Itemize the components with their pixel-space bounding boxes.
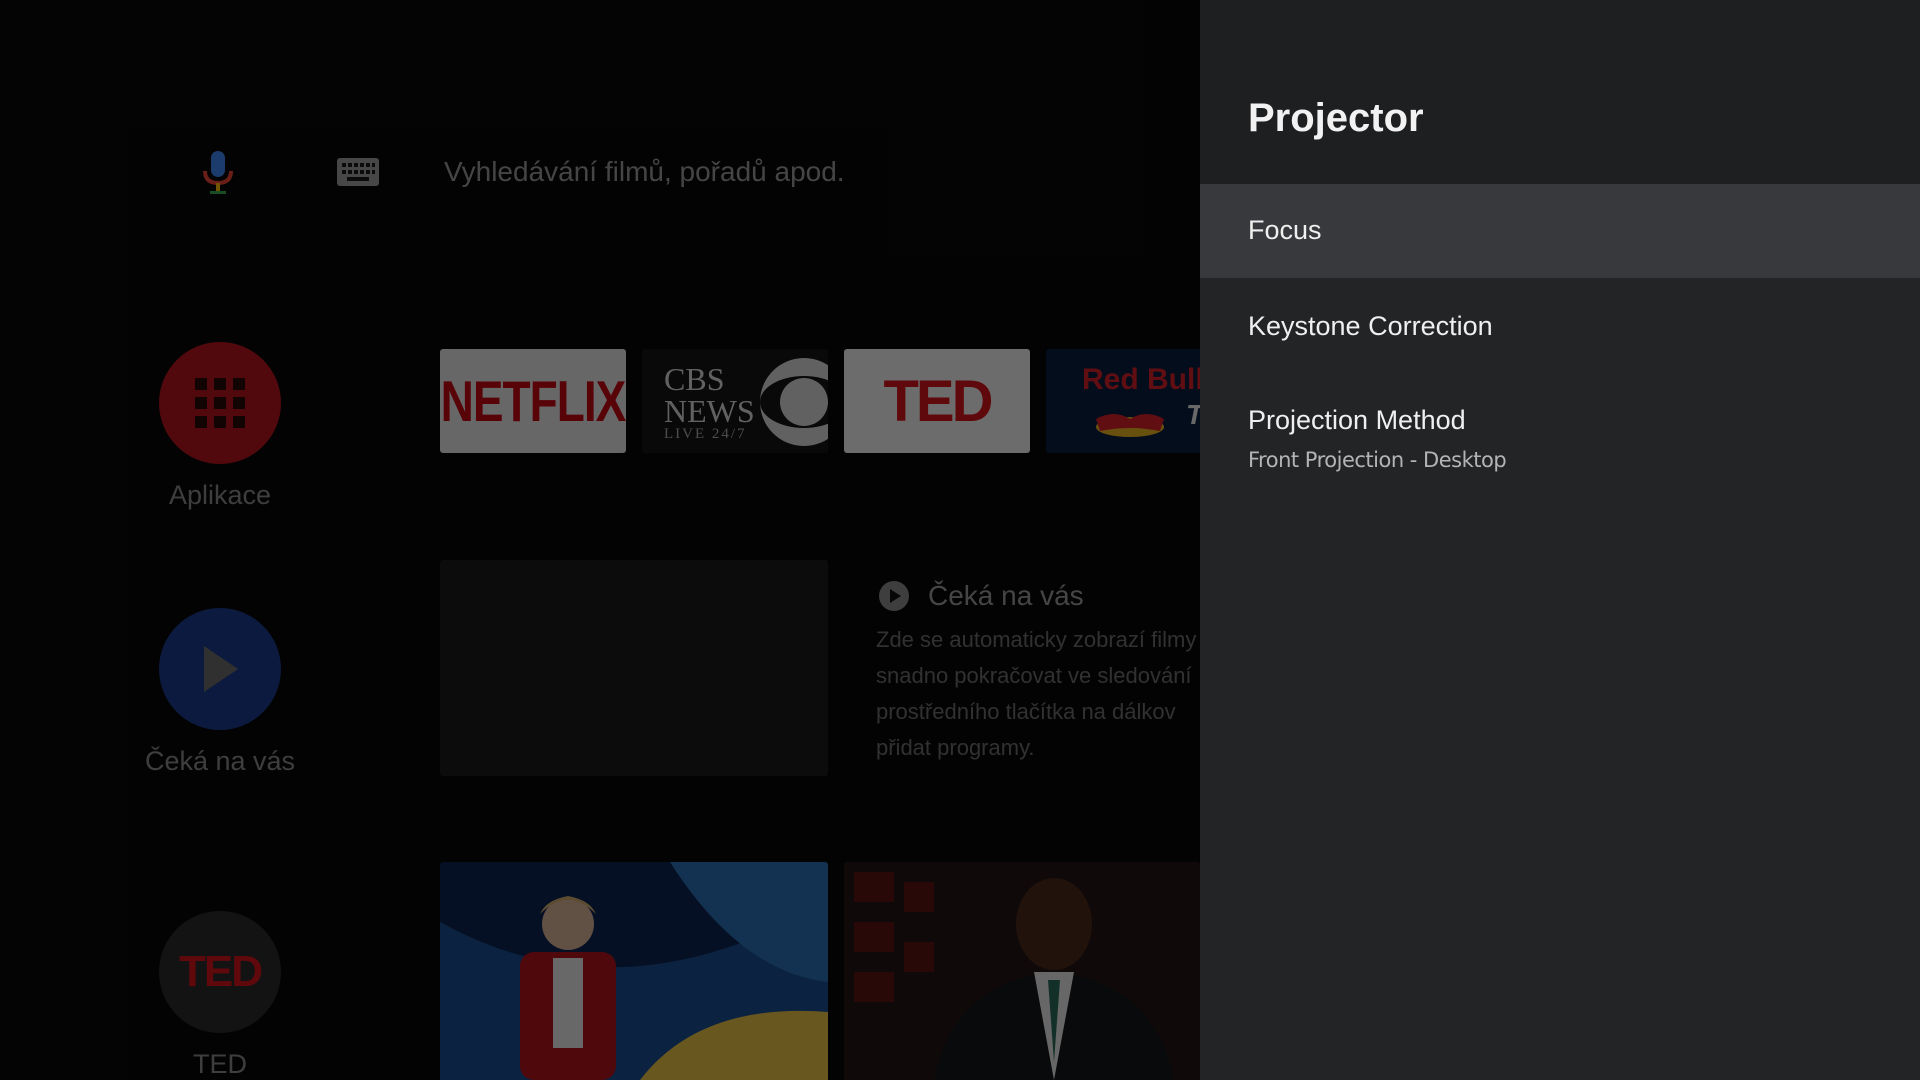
waiting-placeholder-card[interactable] [440,560,828,776]
app-tile-red-bull-tv[interactable]: Red Bull TV [1046,349,1200,453]
bull-icon [1096,414,1164,437]
app-tile-cbs-news[interactable]: CBS NEWS LIVE 24/7 [642,349,828,453]
menu-item-focus[interactable]: Focus [1200,184,1920,278]
mic-icon[interactable] [196,148,240,196]
panel-header: Projector [1200,0,1920,184]
play-icon [159,608,281,730]
menu-item-projection-method[interactable]: Projection Method Front Projection - Des… [1200,374,1920,486]
waiting-title: Čeká na vás [928,580,1084,611]
search-input[interactable]: Vyhledávání filmů, pořadů apod. [444,156,845,188]
sidebar-item-label: Čeká na vás [144,746,296,776]
sidebar-item-ted[interactable]: TED TED [140,911,300,1080]
menu-item-label: Projection Method [1248,405,1466,435]
speaker-image [440,862,828,1080]
video-thumbnail[interactable] [440,862,828,1080]
play-circle-icon [879,581,909,611]
waiting-description: Zde se automaticky zobrazí filmy snadno … [876,627,1197,760]
menu-item-value: Front Projection - Desktop [1248,448,1507,472]
sidebar-item-label: TED [193,1049,247,1079]
panel-title: Projector [1248,96,1424,140]
video-thumbnail[interactable] [844,862,1200,1080]
red-bull-logo: Red Bull [1082,363,1200,396]
apps-grid-icon [159,342,281,464]
waiting-header: Čeká na vás [878,580,1084,612]
sidebar-item-apps[interactable]: Aplikace [140,342,300,511]
keyboard-icon[interactable] [336,156,380,188]
projector-settings-panel: Projector Focus Keystone Correction Proj… [1200,0,1920,1080]
menu-item-keystone-correction[interactable]: Keystone Correction [1200,278,1920,374]
menu-item-label: Keystone Correction [1248,311,1493,341]
menu-item-label: Focus [1248,215,1322,245]
sidebar-item-waiting[interactable]: Čeká na vás [140,608,300,777]
speaker-image [844,862,1200,1080]
app-tile-ted[interactable]: TED [844,349,1030,453]
ted-logo: TED [883,368,994,434]
netflix-logo: NETFLIX [440,368,626,434]
cbs-news-logo: CBS NEWS LIVE 24/7 [664,361,755,442]
home-screen: Vyhledávání filmů, pořadů apod. Aplikace… [0,0,1200,1080]
sidebar-item-label: Aplikace [168,480,272,510]
ted-logo: TED [159,911,281,1033]
app-tile-netflix[interactable]: NETFLIX [440,349,626,453]
cbs-eye-icon [760,358,828,446]
